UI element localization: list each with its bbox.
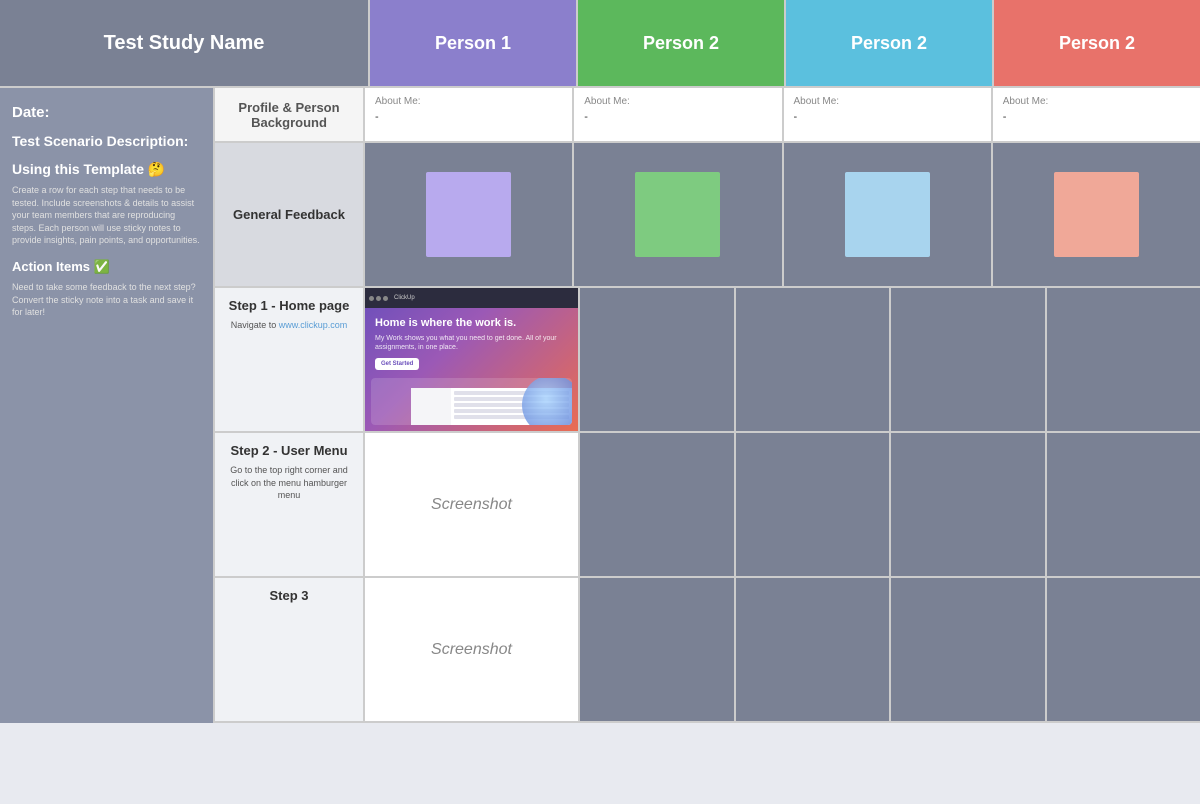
main-area: Date: Test Scenario Description: Using t…	[0, 88, 1200, 723]
step2-instruction: Go to the top right corner and click on …	[223, 464, 355, 502]
step2-title: Step 2 - User Menu	[223, 443, 355, 458]
step1-link[interactable]: www.clickup.com	[279, 320, 348, 330]
step2-info: Step 2 - User Menu Go to the top right c…	[215, 433, 365, 576]
step1-p2-cell	[736, 288, 892, 431]
profile-p4-label: About Me:	[1003, 96, 1190, 107]
profile-person3: About Me: -	[784, 88, 993, 141]
step3-data-cells	[580, 578, 1200, 721]
template-title: Using this Template 🤔	[12, 161, 201, 178]
step1-title: Step 1 - Home page	[223, 298, 355, 313]
clickup-ui-mockup	[371, 378, 572, 425]
clickup-hero: Home is where the work is. My Work shows…	[365, 308, 578, 378]
sticky-note-pink	[1054, 172, 1139, 257]
person1-header: Person 1	[370, 0, 578, 86]
clickup-topbar: ClickUp	[365, 288, 578, 308]
step2-row: Step 2 - User Menu Go to the top right c…	[215, 433, 1200, 578]
step2-data-cells	[580, 433, 1200, 576]
clickup-hero-title: Home is where the work is.	[375, 316, 568, 330]
dot2	[376, 296, 381, 301]
profile-person4: About Me: -	[993, 88, 1200, 141]
feedback-person3-area	[784, 143, 993, 286]
action-title: Action Items ✅	[12, 259, 201, 275]
profile-person2: About Me: -	[574, 88, 783, 141]
content-area: Profile & Person Background About Me: - …	[215, 88, 1200, 723]
step2-p2-cell	[736, 433, 892, 576]
step3-p2-cell	[736, 578, 892, 721]
template-body: Create a row for each step that needs to…	[12, 184, 201, 247]
step3-p4-cell	[1047, 578, 1200, 721]
step2-p1-cell	[580, 433, 736, 576]
clickup-topbar-text: ClickUp	[394, 295, 415, 301]
step3-info: Step 3	[215, 578, 365, 721]
clickup-screenshot: ClickUp Home is where the work is. My Wo…	[365, 288, 578, 431]
clickup-ball	[522, 378, 572, 425]
dot1	[369, 296, 374, 301]
sticky-note-green	[635, 172, 720, 257]
sticky-note-purple	[426, 172, 511, 257]
step1-screenshot: ClickUp Home is where the work is. My Wo…	[365, 288, 580, 431]
sticky-note-blue	[845, 172, 930, 257]
profile-p2-label: About Me:	[584, 96, 771, 107]
step3-screenshot: Screenshot	[365, 578, 580, 721]
dot3	[383, 296, 388, 301]
step2-screenshot-label: Screenshot	[431, 496, 512, 514]
person2b-header: Person 2	[786, 0, 994, 86]
step1-data-cells	[580, 288, 1200, 431]
step2-p3-cell	[891, 433, 1047, 576]
scenario-label: Test Scenario Description:	[12, 133, 201, 149]
feedback-row: General Feedback	[215, 143, 1200, 288]
step1-info: Step 1 - Home page Navigate to www.click…	[215, 288, 365, 431]
feedback-person4-area	[993, 143, 1200, 286]
step2-p4-cell	[1047, 433, 1200, 576]
feedback-person2-area	[574, 143, 783, 286]
profile-p4-value: -	[1003, 111, 1190, 123]
profile-header: Profile & Person Background	[215, 88, 365, 141]
profile-p3-label: About Me:	[794, 96, 981, 107]
action-body: Need to take some feedback to the next s…	[12, 281, 201, 319]
step3-row: Step 3 Screenshot	[215, 578, 1200, 723]
step2-screenshot: Screenshot	[365, 433, 580, 576]
step3-p3-cell	[891, 578, 1047, 721]
date-label: Date:	[12, 104, 201, 121]
person2a-header: Person 2	[578, 0, 786, 86]
step1-p1-cell	[580, 288, 736, 431]
person2c-header: Person 2	[994, 0, 1200, 86]
step1-row: Step 1 - Home page Navigate to www.click…	[215, 288, 1200, 433]
clickup-cta: Get Started	[375, 358, 419, 370]
step3-screenshot-label: Screenshot	[431, 641, 512, 659]
study-name-header: Test Study Name	[0, 0, 370, 86]
step1-p4-cell	[1047, 288, 1200, 431]
profile-row: Profile & Person Background About Me: - …	[215, 88, 1200, 143]
clickup-hero-body: My Work shows you what you need to get d…	[375, 334, 568, 352]
step1-p3-cell	[891, 288, 1047, 431]
step3-p1-cell	[580, 578, 736, 721]
header-row: Test Study Name Person 1 Person 2 Person…	[0, 0, 1200, 88]
feedback-header: General Feedback	[215, 143, 365, 286]
step1-instruction-text: Navigate to	[231, 320, 279, 330]
profile-person1: About Me: -	[365, 88, 574, 141]
profile-p2-value: -	[584, 111, 771, 123]
feedback-person1-area	[365, 143, 574, 286]
profile-p3-value: -	[794, 111, 981, 123]
step1-instruction: Navigate to www.clickup.com	[223, 319, 355, 332]
profile-p1-value: -	[375, 111, 562, 123]
profile-p1-label: About Me:	[375, 96, 562, 107]
clickup-sidebar-mini	[411, 388, 451, 425]
step3-title: Step 3	[223, 588, 355, 603]
sidebar: Date: Test Scenario Description: Using t…	[0, 88, 215, 723]
